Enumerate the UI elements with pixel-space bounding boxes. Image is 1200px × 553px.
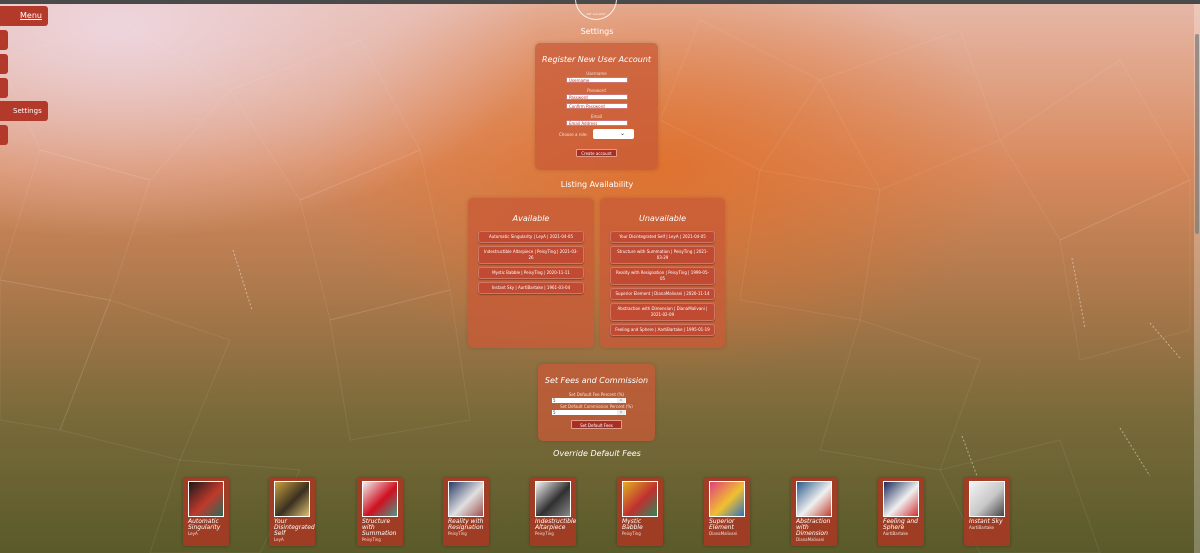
listing-item[interactable]: Automatic Singularity | LeyA | 2021-04-0… xyxy=(478,231,584,243)
sidebar-tab-5[interactable] xyxy=(0,125,8,145)
artwork-card[interactable]: Mystic Babble PeisyTing xyxy=(617,478,663,546)
artwork-thumbnail[interactable] xyxy=(362,481,398,517)
artwork-thumbnail[interactable] xyxy=(622,481,658,517)
listing-item[interactable]: Structure with Summation | PeisyTing | 2… xyxy=(610,246,715,264)
register-user-panel: Register New User Account Username Usern… xyxy=(535,43,658,170)
listing-item[interactable]: Your Disintegrated Self | LeyA | 2021-04… xyxy=(610,231,715,243)
artwork-artist: LeyA xyxy=(274,537,284,542)
artwork-title: Your Disintegrated Self xyxy=(274,518,315,537)
available-panel: Available Automatic Singularity | LeyA |… xyxy=(468,198,594,348)
listing-item[interactable]: Mystic Babble | PeisyTing | 2020-11-11 xyxy=(478,267,584,279)
artwork-artist: AartiBartake xyxy=(883,531,909,536)
commission-percent-label: Set Default Commission Percent (%) xyxy=(560,404,633,409)
artwork-card[interactable]: Feeling and Sphere AartiBartake xyxy=(878,478,924,546)
page-scrollbar[interactable] xyxy=(1194,4,1200,553)
fees-title: Set Fees and Commission xyxy=(544,376,649,385)
commission-percent-stepper[interactable]: ⇕ xyxy=(617,410,625,415)
override-fees-title: Override Default Fees xyxy=(553,449,641,458)
artwork-thumbnail[interactable] xyxy=(796,481,832,517)
available-title: Available xyxy=(512,214,550,223)
chevron-down-icon: ⌄ xyxy=(619,130,625,137)
page-title: Settings xyxy=(580,27,614,36)
password-field[interactable]: Password xyxy=(566,94,628,100)
artwork-artist: PeisyTing xyxy=(535,531,554,536)
scrollbar-thumb[interactable] xyxy=(1195,34,1199,234)
sidebar-item-settings[interactable]: Settings xyxy=(0,101,48,121)
listing-item[interactable]: Reality with Resignation | PeisyTing | 1… xyxy=(610,267,715,285)
artwork-thumbnail[interactable] xyxy=(883,481,919,517)
listing-item[interactable]: Indestructible Altarpiece | PeisyTing | … xyxy=(478,246,584,264)
email-label: Email xyxy=(590,114,603,119)
artwork-title: Superior Element xyxy=(709,518,735,531)
artwork-title: Feeling and Sphere xyxy=(883,518,918,531)
listing-item[interactable]: Abstraction with Dimension | DianaMaliva… xyxy=(610,303,715,321)
artwork-card[interactable]: Structure with Summation PeisyTing xyxy=(357,478,403,546)
unavailable-title: Unavailable xyxy=(638,214,687,223)
sidebar-tab-2[interactable] xyxy=(0,54,8,74)
artwork-card[interactable]: Superior Element DianaMalivani xyxy=(704,478,750,546)
listing-item[interactable]: Superior Element | DianaMalivani | 2020-… xyxy=(610,288,715,300)
artwork-card[interactable]: Abstraction with Dimension DianaMalivani xyxy=(791,478,837,546)
artwork-card[interactable]: Automatic Singularity LeyA xyxy=(183,478,229,546)
available-list: Automatic Singularity | LeyA | 2021-04-0… xyxy=(478,231,584,297)
fee-percent-input[interactable]: 5 xyxy=(552,398,626,403)
artwork-thumbnail[interactable] xyxy=(709,481,745,517)
gallery-logo[interactable]: ART GALLERY xyxy=(575,0,617,20)
fees-panel: Set Fees and Commission Set Default Fee … xyxy=(538,364,655,441)
artwork-artist: PeisyTing xyxy=(622,531,641,536)
listing-availability-title: Listing Availability xyxy=(560,180,634,189)
artwork-card[interactable]: Instant Sky AartiBartake xyxy=(964,478,1010,546)
password-label: Password xyxy=(587,88,606,93)
username-field[interactable]: Username xyxy=(566,77,628,83)
artwork-title: Structure with Summation xyxy=(362,518,397,537)
role-label: Choose a role: xyxy=(559,132,588,137)
listing-item[interactable]: Instant Sky | AartiBartake | 1961-03-04 xyxy=(478,282,584,294)
artwork-thumbnail[interactable] xyxy=(535,481,571,517)
fee-percent-label: Set Default Fee Percent (%) xyxy=(568,392,625,397)
artwork-thumbnail[interactable] xyxy=(448,481,484,517)
fee-percent-stepper[interactable]: ⇕ xyxy=(617,398,625,403)
artwork-artist: DianaMalivani xyxy=(709,531,738,536)
username-label: Username xyxy=(586,71,607,76)
unavailable-list: Your Disintegrated Self | LeyA | 2021-04… xyxy=(610,231,715,339)
listing-item[interactable]: Feeling and Sphere | AartiBartake | 1995… xyxy=(610,324,715,336)
confirm-password-field[interactable]: Confirm Password xyxy=(566,103,628,109)
artwork-card[interactable]: Reality with Resignation PeisyTing xyxy=(443,478,489,546)
artwork-title: Mystic Babble xyxy=(622,518,643,531)
artwork-artist: PeisyTing xyxy=(362,537,381,542)
artwork-thumbnail[interactable] xyxy=(969,481,1005,517)
artwork-card[interactable]: Your Disintegrated Self LeyA xyxy=(269,478,315,546)
commission-percent-input[interactable]: 5 xyxy=(552,410,626,415)
email-field[interactable]: Email Address xyxy=(566,120,628,126)
artwork-artist: LeyA xyxy=(188,531,198,536)
artwork-card[interactable]: Indestructible Altarpiece PeisyTing xyxy=(530,478,576,546)
artwork-artist: AartiBartake xyxy=(969,525,995,530)
artwork-title: Indestructible Altarpiece xyxy=(535,518,577,531)
artwork-thumbnail[interactable] xyxy=(188,481,224,517)
unavailable-panel: Unavailable Your Disintegrated Self | Le… xyxy=(600,198,725,348)
menu-button[interactable]: Menu xyxy=(0,6,48,26)
create-account-button[interactable]: Create account xyxy=(576,149,617,157)
artwork-artist: PeisyTing xyxy=(448,531,467,536)
role-select[interactable]: ⌄ xyxy=(593,129,634,139)
artwork-thumbnail[interactable] xyxy=(274,481,310,517)
artwork-title: Reality with Resignation xyxy=(448,518,484,531)
artwork-title: Abstraction with Dimension xyxy=(796,518,831,537)
sidebar-tab-3[interactable] xyxy=(0,78,8,98)
logo-text: ART GALLERY xyxy=(585,12,607,16)
artwork-artist: DianaMalivani xyxy=(796,537,825,542)
artwork-title: Automatic Singularity xyxy=(188,518,221,531)
set-default-fees-button[interactable]: Set Default Fees xyxy=(571,420,622,429)
register-title: Register New User Account xyxy=(541,55,652,64)
